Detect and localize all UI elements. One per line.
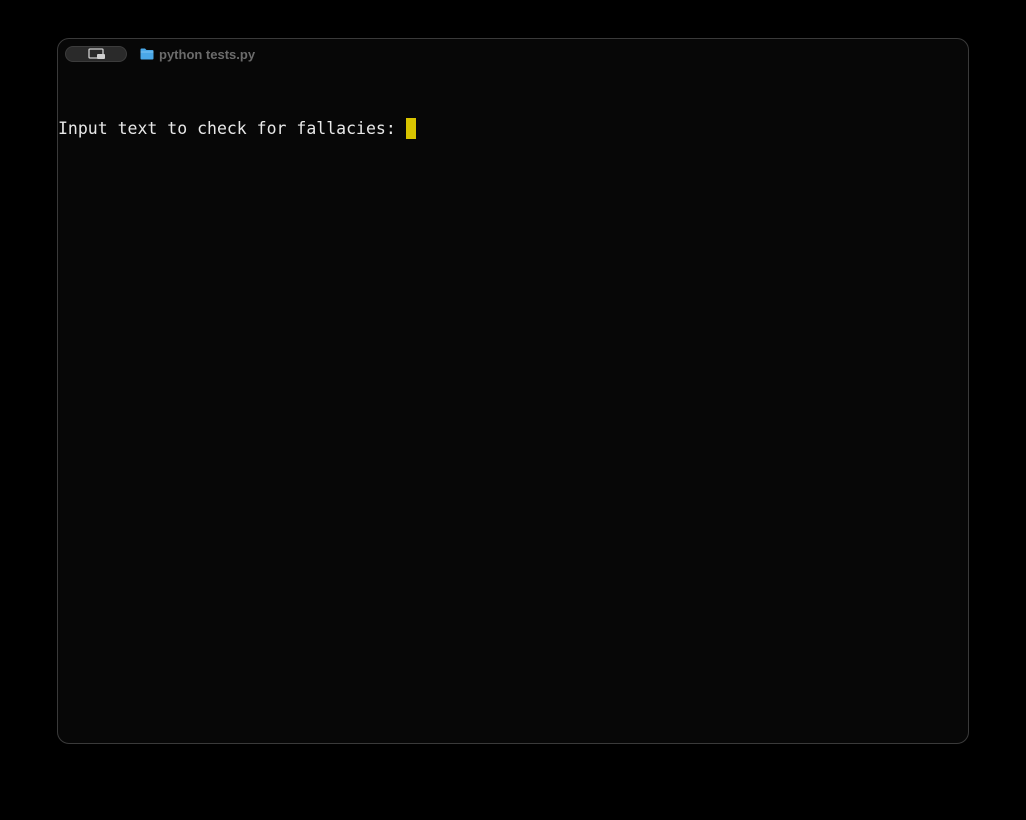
folder-icon <box>140 48 154 60</box>
prompt-line: Input text to check for fallacies: <box>58 117 968 139</box>
terminal-window: python tests.py Input text to check for … <box>57 38 969 744</box>
title-bar: python tests.py <box>58 39 968 69</box>
prompt-text: Input text to check for fallacies: <box>58 118 406 138</box>
terminal-window-icon <box>88 48 105 59</box>
text-cursor <box>405 117 416 139</box>
tab-python-tests[interactable]: python tests.py <box>140 46 255 62</box>
tab-title: python tests.py <box>159 46 256 62</box>
window-switcher-button[interactable] <box>65 46 127 62</box>
terminal-output[interactable]: Input text to check for fallacies: <box>58 117 968 139</box>
